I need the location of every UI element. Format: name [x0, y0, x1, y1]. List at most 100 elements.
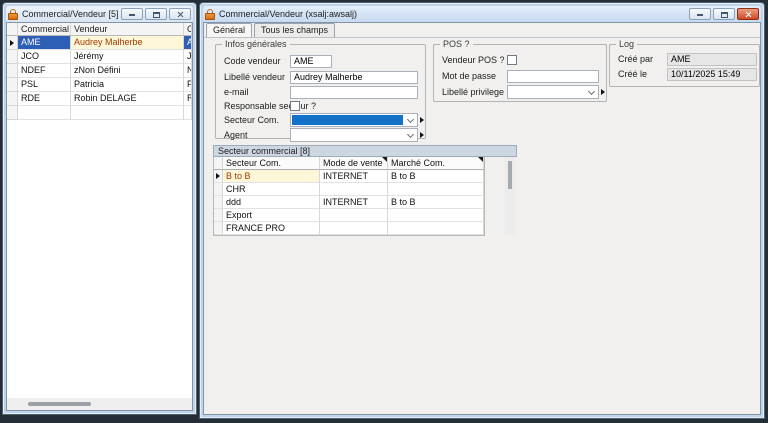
- lookup-arrow-icon[interactable]: [601, 89, 605, 95]
- cell-commercial[interactable]: JCO: [18, 50, 71, 64]
- column-header-mode-de-vente[interactable]: Mode de vente: [320, 157, 388, 170]
- grid-row[interactable]: CHR: [214, 183, 484, 196]
- row-selector[interactable]: [214, 170, 223, 183]
- cell-commercial-clipped[interactable]: NDEF: [184, 64, 192, 78]
- grid-row[interactable]: dddINTERNETB to B: [214, 196, 484, 209]
- cell-mode-de-vente[interactable]: INTERNET: [320, 196, 388, 209]
- tab-tous-les-champs[interactable]: Tous les champs: [254, 23, 335, 37]
- cell-mode-de-vente[interactable]: INTERNET: [320, 170, 388, 183]
- secteur-com-dropdown[interactable]: [290, 113, 418, 127]
- cell-marche-com[interactable]: B to B: [388, 196, 484, 209]
- right-window-titlebar[interactable]: Commercial/Vendeur (xsalj:awsalj): [203, 6, 761, 22]
- agent-dropdown[interactable]: [290, 128, 418, 142]
- row-selector[interactable]: [214, 196, 223, 209]
- cell-mode-de-vente[interactable]: [320, 222, 388, 235]
- grid-row[interactable]: Export: [214, 209, 484, 222]
- cell-secteur-com[interactable]: CHR: [223, 183, 320, 196]
- vertical-scrollbar-thumb[interactable]: [508, 161, 512, 189]
- cell-commercial-clipped[interactable]: PSL: [184, 78, 192, 92]
- horizontal-scrollbar-thumb[interactable]: [28, 402, 91, 406]
- mot-de-passe-input[interactable]: [507, 70, 599, 83]
- cell-commercial[interactable]: PSL: [18, 78, 71, 92]
- code-vendeur-input[interactable]: [290, 55, 332, 68]
- cell-secteur-com[interactable]: FRANCE PRO: [223, 222, 320, 235]
- cell-vendeur[interactable]: Patricia: [71, 78, 184, 92]
- empty-cell[interactable]: [71, 106, 184, 120]
- grid-row[interactable]: FRANCE PRO: [214, 222, 484, 235]
- vendeur-pos-checkbox[interactable]: [507, 55, 517, 65]
- cell-mode-de-vente[interactable]: [320, 209, 388, 222]
- row-selector[interactable]: [7, 92, 18, 106]
- group-title: POS ?: [440, 39, 473, 49]
- email-input[interactable]: [290, 86, 418, 99]
- table-row-empty[interactable]: [7, 106, 192, 120]
- commercial-detail-window: Commercial/Vendeur (xsalj:awsalj) Généra…: [199, 2, 765, 419]
- group-title: Infos générales: [222, 39, 290, 49]
- row-selector[interactable]: [214, 222, 223, 235]
- empty-cell[interactable]: [184, 106, 192, 120]
- cell-vendeur[interactable]: Audrey Malherbe: [71, 36, 184, 50]
- cell-vendeur[interactable]: Jérémy: [71, 50, 184, 64]
- close-button[interactable]: [737, 8, 759, 20]
- empty-cell[interactable]: [18, 106, 71, 120]
- cell-secteur-com[interactable]: Export: [223, 209, 320, 222]
- column-header-commercial-clipped[interactable]: Commercial: [184, 23, 192, 36]
- maximize-button[interactable]: [145, 8, 167, 20]
- table-row[interactable]: NDEFzNon DéfiniNDEF: [7, 64, 192, 78]
- selector-column-header[interactable]: [7, 23, 18, 36]
- column-header-commercial[interactable]: Commercial: [18, 23, 71, 36]
- cell-secteur-com[interactable]: B to B: [223, 170, 320, 183]
- grid-row[interactable]: B to BINTERNETB to B: [214, 170, 484, 183]
- table-row[interactable]: AMEAudrey MalherbeAME: [7, 36, 192, 50]
- empty-cell[interactable]: [7, 106, 18, 120]
- table-row[interactable]: PSLPatriciaPSL: [7, 78, 192, 92]
- cree-le-field: [667, 68, 757, 81]
- horizontal-scrollbar[interactable]: [7, 398, 192, 410]
- row-selector[interactable]: [214, 183, 223, 196]
- cree-par-field: [667, 53, 757, 66]
- row-selector[interactable]: [7, 50, 18, 64]
- table-row[interactable]: RDERobin DELAGERDE: [7, 92, 192, 106]
- cell-marche-com[interactable]: [388, 183, 484, 196]
- cell-commercial-clipped[interactable]: JCO: [184, 50, 192, 64]
- column-header-vendeur[interactable]: Vendeur: [71, 23, 184, 36]
- chevron-down-icon[interactable]: [404, 114, 417, 126]
- cell-commercial-clipped[interactable]: RDE: [184, 92, 192, 106]
- column-header-marche-com[interactable]: Marché Com.: [388, 157, 484, 170]
- row-selector[interactable]: [214, 209, 223, 222]
- vertical-scrollbar[interactable]: [505, 157, 515, 235]
- cell-commercial[interactable]: AME: [18, 36, 71, 50]
- cell-marche-com[interactable]: [388, 222, 484, 235]
- lookup-arrow-icon[interactable]: [420, 117, 424, 123]
- lookup-arrow-icon[interactable]: [420, 132, 424, 138]
- cell-commercial[interactable]: NDEF: [18, 64, 71, 78]
- row-selector[interactable]: [7, 36, 18, 50]
- mot-de-passe-label: Mot de passe: [442, 71, 507, 81]
- table-row[interactable]: JCOJérémyJCO: [7, 50, 192, 64]
- maximize-button[interactable]: [713, 8, 735, 20]
- cell-commercial-clipped[interactable]: AME: [184, 36, 192, 50]
- cell-marche-com[interactable]: B to B: [388, 170, 484, 183]
- selector-column-header[interactable]: [214, 157, 223, 170]
- responsable-secteur-checkbox[interactable]: [290, 101, 300, 111]
- left-window-titlebar[interactable]: Commercial/Vendeur [5]: [6, 6, 193, 22]
- cell-marche-com[interactable]: [388, 209, 484, 222]
- cell-mode-de-vente[interactable]: [320, 183, 388, 196]
- cell-vendeur[interactable]: zNon Défini: [71, 64, 184, 78]
- cell-commercial[interactable]: RDE: [18, 92, 71, 106]
- tab-bar: Général Tous les champs: [204, 23, 760, 38]
- cell-secteur-com[interactable]: ddd: [223, 196, 320, 209]
- close-button[interactable]: [169, 8, 191, 20]
- tab-general[interactable]: Général: [206, 23, 252, 37]
- cell-vendeur[interactable]: Robin DELAGE: [71, 92, 184, 106]
- chevron-down-icon[interactable]: [404, 129, 417, 141]
- row-selector[interactable]: [7, 64, 18, 78]
- chevron-down-icon[interactable]: [585, 86, 598, 98]
- detail-form: Infos générales Code vendeur Libellé ven…: [204, 39, 760, 414]
- row-selector[interactable]: [7, 78, 18, 92]
- column-header-secteur-com[interactable]: Secteur Com.: [223, 157, 320, 170]
- minimize-button[interactable]: [121, 8, 143, 20]
- minimize-button[interactable]: [689, 8, 711, 20]
- libelle-privilege-dropdown[interactable]: [507, 85, 599, 99]
- libelle-vendeur-input[interactable]: [290, 71, 418, 84]
